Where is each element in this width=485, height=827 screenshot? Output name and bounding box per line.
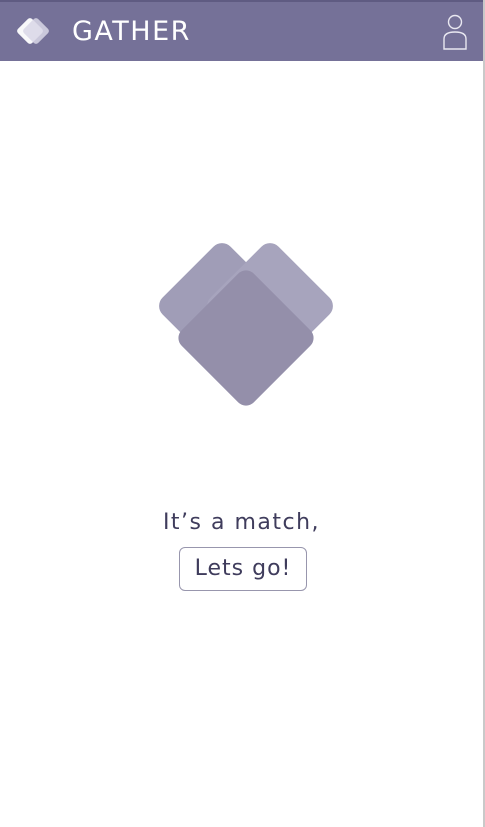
app-brand-title[interactable]: GATHER	[72, 14, 191, 50]
diamond-logo-icon[interactable]	[12, 13, 54, 55]
match-message: It’s a match,	[162, 510, 321, 535]
app-screen: GATHER It’s a match, Lets go!	[0, 0, 485, 827]
user-profile-icon[interactable]	[440, 14, 470, 52]
overlapping-diamonds-icon	[159, 243, 333, 406]
lets-go-button[interactable]: Lets go!	[179, 547, 307, 591]
top-bar: GATHER	[0, 0, 483, 61]
